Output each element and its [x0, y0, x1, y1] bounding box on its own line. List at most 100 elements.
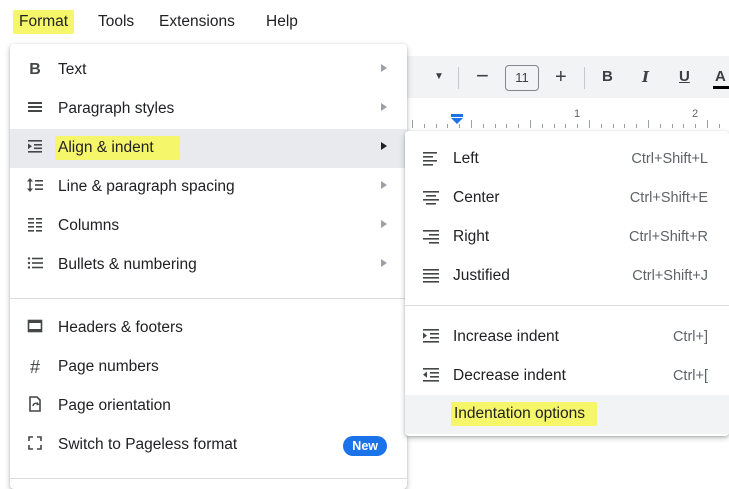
menu-extensions[interactable]: Extensions — [159, 10, 235, 34]
menu-item-headers-footers[interactable]: Headers & footers — [10, 309, 407, 348]
submenu-item-center[interactable]: Center Ctrl+Shift+E — [405, 178, 729, 217]
ruler-tick — [435, 124, 437, 128]
menu-item-switch-pageless[interactable]: Switch to Pageless format New — [10, 426, 407, 465]
ruler-tick — [471, 120, 472, 128]
keyboard-shortcut: Ctrl+Shift+J — [632, 268, 708, 284]
menu-item-label: Text — [58, 61, 87, 78]
chevron-right-icon — [381, 64, 387, 72]
submenu-item-right[interactable]: Right Ctrl+Shift+R — [405, 217, 729, 256]
submenu-item-indentation-options[interactable]: Indentation options — [405, 395, 729, 434]
submenu-item-label: Indentation options — [451, 402, 597, 426]
menu-tools[interactable]: Tools — [98, 10, 134, 34]
submenu-item-justified[interactable]: Justified Ctrl+Shift+J — [405, 256, 729, 295]
chevron-right-icon — [381, 259, 387, 267]
chevron-right-icon — [381, 103, 387, 111]
align-indent-submenu: Left Ctrl+Shift+L Center Ctrl+Shift+E Ri… — [405, 131, 729, 436]
horizontal-ruler[interactable]: 1 2 — [400, 104, 729, 130]
menu-item-page-orientation[interactable]: Page orientation — [10, 387, 407, 426]
keyboard-shortcut: Ctrl+Shift+R — [629, 229, 708, 245]
menu-item-label: Paragraph styles — [58, 100, 175, 117]
menu-item-line-spacing[interactable]: Line & paragraph spacing — [10, 168, 407, 207]
text-color-swatch — [713, 86, 729, 89]
font-dropdown-caret-icon[interactable]: ▼ — [434, 56, 444, 98]
menu-item-text[interactable]: B Text — [10, 51, 407, 90]
hash-icon: # — [29, 357, 40, 377]
ruler-tick — [624, 124, 626, 128]
align-center-icon — [423, 191, 439, 205]
page-orientation-icon — [24, 395, 46, 417]
bullets-icon — [24, 254, 46, 276]
ruler-number: 1 — [574, 108, 581, 120]
ruler-tick — [707, 120, 708, 128]
submenu-divider — [405, 305, 729, 306]
menu-help[interactable]: Help — [266, 10, 298, 34]
paragraph-styles-icon — [24, 98, 46, 120]
menu-item-label: Columns — [58, 217, 120, 234]
ruler-tick — [530, 120, 531, 128]
ruler-tick — [541, 124, 543, 128]
align-indent-icon — [24, 137, 46, 159]
ruler-tick — [636, 124, 638, 128]
submenu-item-left[interactable]: Left Ctrl+Shift+L — [405, 139, 729, 178]
submenu-item-decrease-indent[interactable]: Decrease indent Ctrl+[ — [405, 356, 729, 395]
chevron-right-icon — [381, 142, 387, 150]
submenu-item-increase-indent[interactable]: Increase indent Ctrl+] — [405, 317, 729, 356]
bold-icon: B — [29, 61, 41, 78]
menu-divider — [10, 298, 407, 299]
ruler-tick — [589, 120, 590, 128]
font-size-input[interactable]: 11 — [505, 65, 539, 91]
ruler-tick — [459, 124, 461, 128]
keyboard-shortcut: Ctrl+Shift+E — [629, 190, 708, 206]
menu-item-align-indent[interactable]: Align & indent — [10, 129, 407, 168]
line-spacing-icon — [24, 176, 46, 198]
ruler-tick — [648, 120, 649, 128]
keyboard-shortcut: Ctrl+[ — [672, 368, 708, 384]
menu-item-label: Align & indent — [55, 136, 180, 160]
new-badge: New — [343, 436, 387, 456]
format-menu: B Text Paragraph styles Align & indent L… — [10, 44, 407, 489]
keyboard-shortcut: Ctrl+Shift+L — [631, 151, 708, 167]
text-color-button[interactable]: A — [715, 56, 726, 98]
ruler-tick — [612, 124, 614, 128]
menu-item-columns[interactable]: Columns — [10, 207, 407, 246]
toolbar-divider — [458, 67, 459, 89]
ruler-tick — [683, 124, 685, 128]
ruler-tick — [671, 124, 673, 128]
ruler-tick — [600, 124, 602, 128]
menu-item-label: Bullets & numbering — [58, 256, 197, 273]
menu-divider — [10, 478, 407, 479]
ruler-number: 2 — [692, 108, 699, 120]
headers-footers-icon — [24, 317, 46, 339]
keyboard-shortcut: Ctrl+] — [672, 329, 708, 345]
italic-button[interactable]: I — [642, 56, 649, 98]
ruler-tick — [482, 124, 484, 128]
menu-format[interactable]: Format — [13, 10, 75, 34]
indent-marker-icon[interactable] — [450, 114, 464, 124]
decrease-font-size-button[interactable]: − — [476, 55, 489, 97]
menu-item-label: Line & paragraph spacing — [58, 178, 235, 195]
menu-item-bullets-numbering[interactable]: Bullets & numbering — [10, 246, 407, 285]
align-justify-icon — [423, 269, 439, 283]
ruler-tick — [553, 124, 555, 128]
submenu-item-label: Increase indent — [453, 328, 559, 345]
increase-indent-icon — [423, 329, 439, 343]
menu-bar: Format Tools Extensions Help — [0, 0, 729, 42]
menu-item-label: Page orientation — [58, 397, 171, 414]
menu-item-label: Switch to Pageless format — [58, 436, 238, 453]
ruler-tick — [423, 124, 425, 128]
align-right-icon — [423, 230, 439, 244]
submenu-item-label: Decrease indent — [453, 367, 566, 384]
chevron-right-icon — [381, 181, 387, 189]
ruler-tick — [659, 124, 661, 128]
ruler-tick — [447, 124, 449, 128]
underline-button[interactable]: U — [679, 56, 690, 98]
increase-font-size-button[interactable]: + — [555, 56, 567, 98]
columns-icon — [24, 215, 46, 237]
bold-button[interactable]: B — [602, 56, 613, 98]
ruler-tick — [494, 124, 496, 128]
ruler-tick — [518, 124, 520, 128]
menu-item-paragraph-styles[interactable]: Paragraph styles — [10, 90, 407, 129]
ruler-tick — [718, 124, 720, 128]
menu-item-page-numbers[interactable]: # Page numbers — [10, 348, 407, 387]
align-left-icon — [423, 152, 437, 166]
